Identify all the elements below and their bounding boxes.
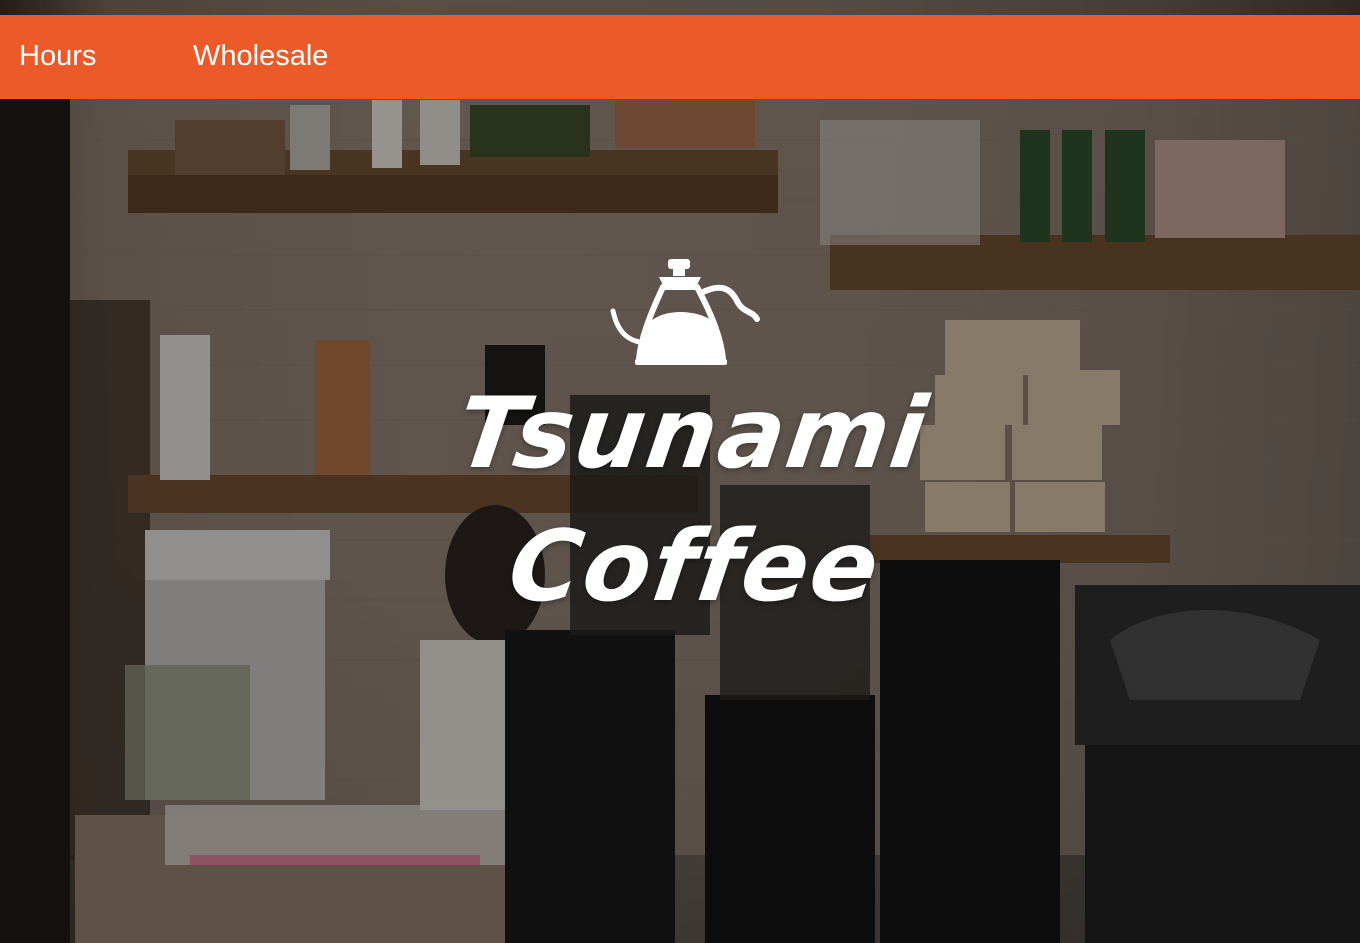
- brand-logo: Tsunami Coffee: [440, 255, 940, 624]
- nav-link-wholesale[interactable]: Wholesale: [193, 39, 328, 73]
- brand-name-line-1: Tsunami: [449, 377, 935, 491]
- pour-over-kettle-icon: [610, 259, 760, 365]
- nav-link-hours[interactable]: Hours: [19, 39, 96, 73]
- brand-name-line-2: Coffee: [501, 510, 888, 624]
- hero-section: Tsunami Coffee: [0, 0, 1360, 943]
- top-navigation-bar: Hours Wholesale: [0, 15, 1360, 99]
